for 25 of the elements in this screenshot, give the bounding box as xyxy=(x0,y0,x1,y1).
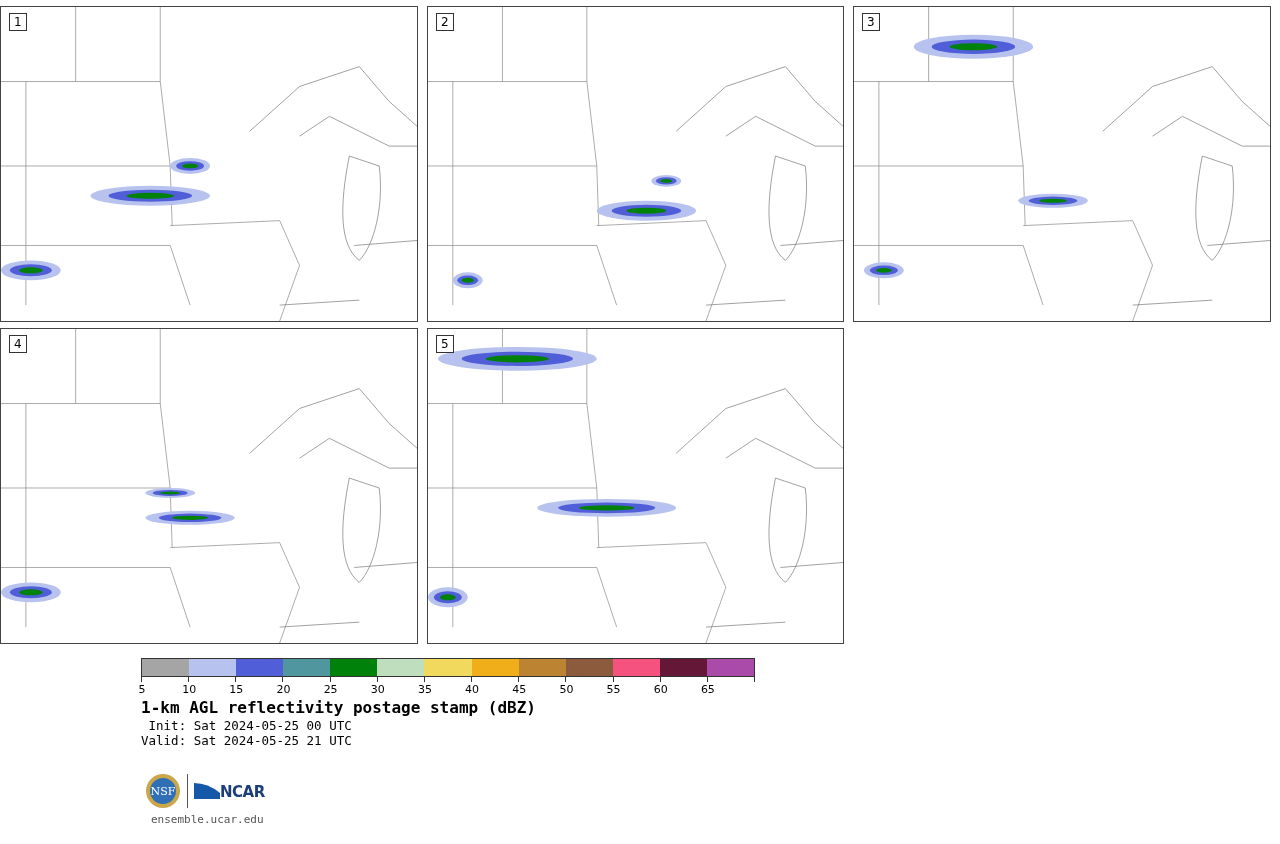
tick-label: 45 xyxy=(512,683,527,696)
tick-label: 55 xyxy=(606,683,621,696)
tick-label: 5 xyxy=(138,683,146,696)
panel-number: 4 xyxy=(9,335,27,353)
panel-number: 5 xyxy=(436,335,454,353)
tick-label: 30 xyxy=(370,683,385,696)
tick-label: 35 xyxy=(417,683,432,696)
chart-title: 1-km AGL reflectivity postage stamp (dBZ) xyxy=(141,698,537,718)
site-address: ensemble.ucar.edu xyxy=(150,813,265,826)
wordmark: NCAR xyxy=(220,783,265,801)
tick-label: 20 xyxy=(276,683,291,696)
valid-time: Valid: Sat 2024-05-25 21 UTC xyxy=(141,733,353,748)
init-time: Init: Sat 2024-05-25 00 UTC xyxy=(147,718,353,733)
tick-label: 10 xyxy=(182,683,197,696)
panel-number: 3 xyxy=(862,13,880,31)
panel-number: 2 xyxy=(436,13,454,31)
panel-number: 1 xyxy=(9,13,27,31)
tick-label: 40 xyxy=(465,683,480,696)
tick-label: 60 xyxy=(653,683,668,696)
swoosh-icon xyxy=(194,781,220,801)
tick-label: 50 xyxy=(559,683,574,696)
tick-label: 15 xyxy=(229,683,244,696)
seal-logo: NSF xyxy=(145,773,181,809)
tick-label: 25 xyxy=(323,683,338,696)
tick-label: 65 xyxy=(700,683,715,696)
